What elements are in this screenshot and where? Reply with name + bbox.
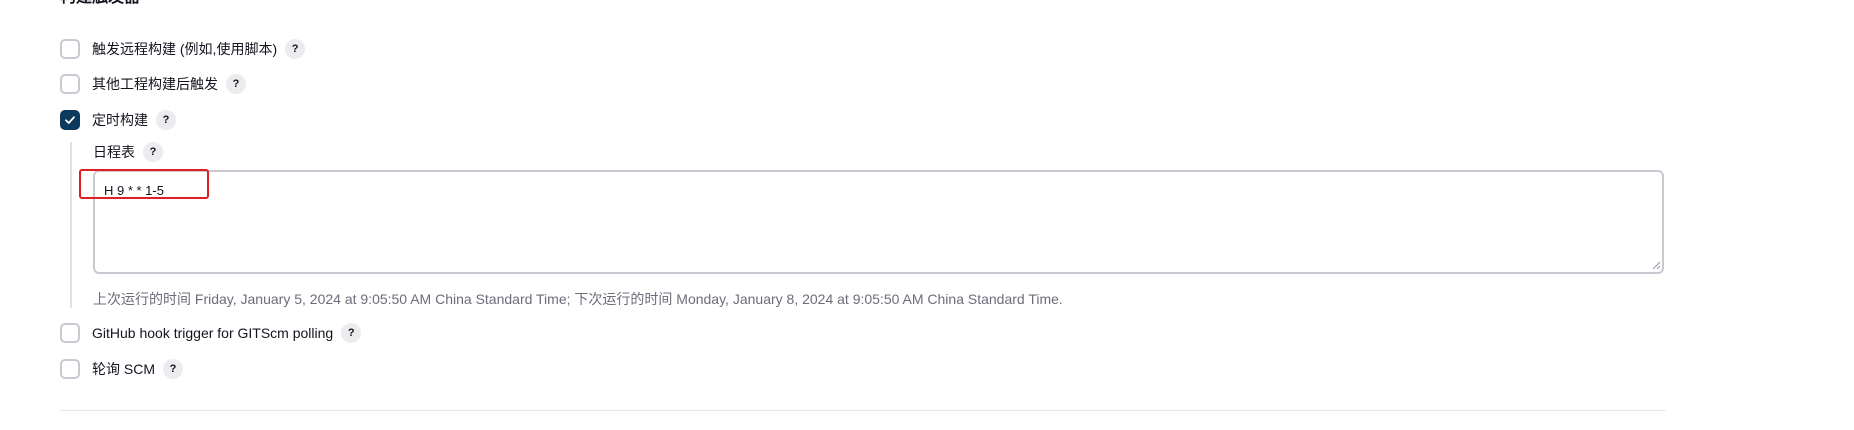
trigger-github-hook-label[interactable]: GitHub hook trigger for GITScm polling (92, 325, 333, 341)
help-icon[interactable]: ? (226, 74, 246, 94)
trigger-after-other-projects: 其他工程构建后触发 ? (60, 72, 246, 96)
trigger-build-periodically: 定时构建 ? (60, 108, 176, 132)
trigger-build-periodically-label[interactable]: 定时构建 (92, 110, 148, 130)
help-icon[interactable]: ? (156, 110, 176, 130)
trigger-after-other-projects-checkbox[interactable] (60, 74, 80, 94)
schedule-hint: 上次运行的时间 Friday, January 5, 2024 at 9:05:… (93, 291, 1063, 307)
trigger-after-other-projects-label[interactable]: 其他工程构建后触发 (92, 74, 218, 94)
resize-grip-icon[interactable] (1652, 261, 1661, 270)
trigger-github-hook: GitHub hook trigger for GITScm polling ? (60, 321, 362, 345)
trigger-build-periodically-checkbox[interactable] (60, 110, 80, 130)
help-icon[interactable]: ? (163, 359, 183, 379)
trigger-remote-build: 触发远程构建 (例如,使用脚本) ? (60, 37, 306, 61)
trigger-poll-scm: 轮询 SCM ? (60, 357, 183, 381)
schedule-label-row: 日程表 ? (93, 141, 163, 163)
trigger-remote-build-label[interactable]: 触发远程构建 (例如,使用脚本) (92, 39, 277, 59)
schedule-textarea[interactable]: H 9 * * 1-5 (93, 170, 1664, 274)
schedule-label: 日程表 (93, 144, 135, 160)
nested-indent-bar (70, 142, 72, 308)
trigger-poll-scm-checkbox[interactable] (60, 359, 80, 379)
help-icon[interactable]: ? (285, 39, 306, 59)
trigger-github-hook-checkbox[interactable] (60, 323, 80, 343)
checkmark-icon (65, 116, 75, 124)
help-icon[interactable]: ? (143, 142, 163, 162)
trigger-remote-build-checkbox[interactable] (60, 39, 80, 59)
section-divider (60, 410, 1666, 411)
section-title: 构建触发器 (60, 0, 140, 8)
trigger-poll-scm-label[interactable]: 轮询 SCM (92, 359, 155, 379)
help-icon[interactable]: ? (341, 323, 362, 343)
